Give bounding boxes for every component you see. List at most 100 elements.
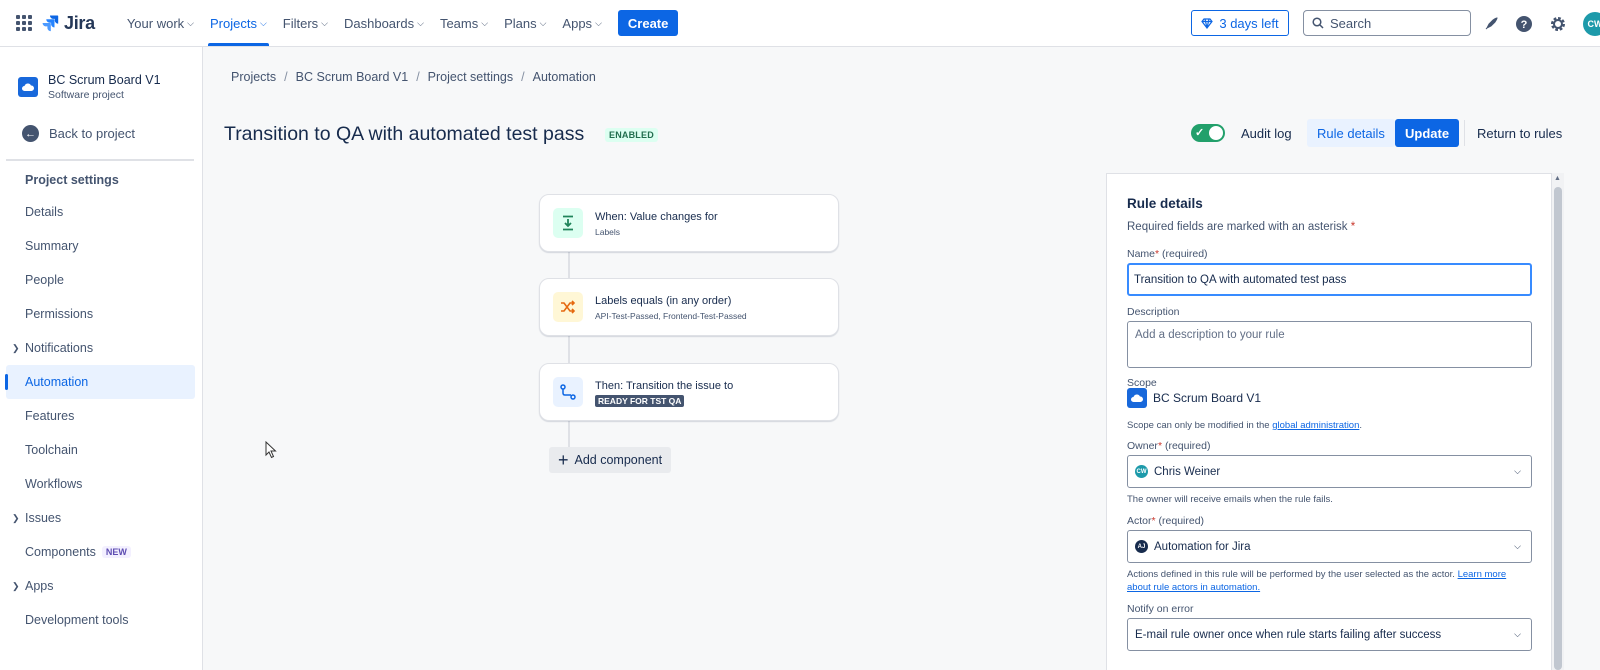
notifications-icon[interactable] (1481, 14, 1500, 33)
scroll-up-arrow-icon[interactable]: ▲ (1554, 175, 1561, 182)
name-required: (required) (1159, 248, 1208, 260)
status-badge: ENABLED (605, 128, 658, 142)
project-type: Software project (48, 89, 124, 101)
jira-logo[interactable]: Jira (41, 13, 95, 34)
breadcrumb-separator: / (284, 70, 288, 84)
add-component-button[interactable]: + Add component (549, 447, 672, 473)
breadcrumb-automation[interactable]: Automation (533, 70, 596, 84)
action-card[interactable]: Then: Transition the issue to READY FOR … (539, 363, 839, 421)
owner-value: Chris Weiner (1154, 465, 1221, 478)
help-icon[interactable]: ? (1514, 14, 1533, 33)
required-note: Required fields are marked with an aster… (1127, 221, 1355, 233)
nav-your-work[interactable]: Your work ⌵ (119, 0, 202, 46)
nav-dashboards[interactable]: Dashboards ⌵ (336, 0, 432, 46)
owner-required: (required) (1162, 440, 1211, 452)
trial-button[interactable]: 3 days left (1191, 10, 1289, 36)
actor-select[interactable]: AJ Automation for Jira ⌵ (1127, 530, 1532, 563)
chevron-down-icon: ⌵ (187, 17, 194, 28)
chevron-down-icon: ⌵ (417, 17, 424, 28)
svg-text:?: ? (1520, 19, 1527, 31)
sidebar-item-automation[interactable]: Automation (5, 365, 195, 399)
nav-label: Dashboards (344, 15, 415, 31)
notify-value: E-mail rule owner once when rule starts … (1135, 628, 1442, 641)
sidebar-item-label: Components (25, 545, 96, 559)
scope-project-name: BC Scrum Board V1 (1153, 391, 1262, 405)
sidebar-item-components[interactable]: Components NEW (6, 535, 195, 569)
actor-avatar: AJ (1135, 540, 1148, 553)
sidebar-item-label: Summary (25, 239, 79, 253)
sidebar-item-notifications[interactable]: ❯ Notifications (6, 331, 195, 365)
chevron-down-icon: ⌵ (1514, 629, 1521, 639)
return-to-rules-button[interactable]: Return to rules (1467, 119, 1572, 147)
actor-required: (required) (1155, 515, 1205, 527)
search-input[interactable] (1330, 15, 1460, 31)
sidebar-item-toolchain[interactable]: Toolchain (6, 433, 195, 467)
chevron-down-icon: ⌵ (259, 17, 267, 28)
trigger-icon (553, 208, 583, 238)
sidebar-item-details[interactable]: Details (6, 195, 195, 229)
search-box[interactable] (1303, 10, 1471, 36)
rule-details-button[interactable]: Rule details (1307, 119, 1395, 147)
chevron-down-icon: ⌵ (1514, 541, 1521, 551)
nav-teams[interactable]: Teams ⌵ (432, 0, 496, 46)
sidebar-item-features[interactable]: Features (6, 399, 195, 433)
primary-nav: Your work ⌵ Projects ⌵ Filters ⌵ Dashboards… (119, 0, 679, 46)
sidebar-item-permissions[interactable]: Permissions (6, 297, 195, 331)
toggle-knob (1209, 126, 1223, 140)
sidebar-item-label: Notifications (25, 341, 94, 355)
nav-projects[interactable]: Projects ⌵ (202, 0, 275, 46)
sidebar-item-label: Automation (25, 375, 89, 389)
breadcrumb-settings[interactable]: Project settings (428, 70, 513, 84)
nav-filters[interactable]: Filters ⌵ (275, 0, 336, 46)
sidebar-item-people[interactable]: People (6, 263, 195, 297)
notify-on-error-select[interactable]: E-mail rule owner once when rule starts … (1127, 618, 1532, 651)
chevron-right-icon: ❯ (12, 342, 20, 353)
project-name: BC Scrum Board V1 (48, 73, 161, 87)
update-button[interactable]: Update (1395, 119, 1460, 147)
condition-card[interactable]: Labels equals (in any order) API-Test-Pa… (539, 278, 839, 336)
trigger-subtitle: Labels (595, 227, 621, 237)
trigger-card[interactable]: When: Value changes for Labels (539, 194, 839, 252)
nav-plans[interactable]: Plans ⌵ (496, 0, 554, 46)
target-status-lozenge: READY FOR TST QA (595, 395, 685, 407)
settings-gear-icon[interactable] (1548, 14, 1567, 33)
audit-log-button[interactable]: Audit log (1231, 119, 1302, 147)
back-to-project-link[interactable]: ← Back to project (22, 125, 135, 142)
owner-select[interactable]: CW Chris Weiner ⌵ (1127, 455, 1532, 488)
sidebar-item-development-tools[interactable]: Development tools (6, 603, 195, 637)
nav-label: Your work (126, 15, 185, 31)
nav-apps[interactable]: Apps ⌵ (554, 0, 609, 46)
user-avatar[interactable]: CW (1583, 12, 1600, 36)
shuffle-icon (553, 292, 583, 322)
rule-name-input[interactable] (1127, 263, 1532, 296)
app-switcher-icon[interactable] (16, 15, 32, 31)
panel-scrollbar[interactable]: ▲ (1552, 173, 1564, 670)
nav-label: Teams (439, 15, 479, 31)
rule-enabled-toggle[interactable]: ✓ (1191, 124, 1225, 142)
chevron-down-icon: ⌵ (321, 17, 328, 28)
sidebar-item-summary[interactable]: Summary (6, 229, 195, 263)
breadcrumb-separator: / (521, 70, 525, 84)
breadcrumb: Projects / BC Scrum Board V1 / Project s… (231, 70, 596, 84)
description-textarea[interactable] (1127, 321, 1532, 368)
nav-label: Projects (209, 15, 257, 31)
create-button[interactable]: Create (617, 10, 679, 36)
logo-text: Jira (64, 12, 95, 33)
scrollbar-thumb[interactable] (1554, 187, 1562, 670)
sidebar-item-issues[interactable]: ❯ Issues (6, 501, 195, 535)
trial-label: 3 days left (1219, 15, 1279, 31)
sidebar-item-label: Workflows (25, 477, 83, 491)
sidebar-item-label: People (25, 273, 64, 287)
scope-help: Scope can only be modified in the global… (1127, 420, 1363, 431)
sidebar-divider (6, 159, 194, 161)
breadcrumb-projects[interactable]: Projects (231, 70, 276, 84)
scope-help-text: Scope can only be modified in the (1127, 420, 1273, 431)
breadcrumb-project[interactable]: BC Scrum Board V1 (296, 70, 409, 84)
check-icon: ✓ (1195, 127, 1205, 139)
sidebar-item-apps[interactable]: ❯ Apps (6, 569, 195, 603)
sidebar-item-label: Apps (25, 579, 54, 593)
sidebar-item-workflows[interactable]: Workflows (6, 467, 195, 501)
global-administration-link[interactable]: global administration (1272, 420, 1359, 431)
actor-value: Automation for Jira (1154, 540, 1251, 553)
project-header[interactable]: BC Scrum Board V1 Software project (18, 73, 161, 101)
